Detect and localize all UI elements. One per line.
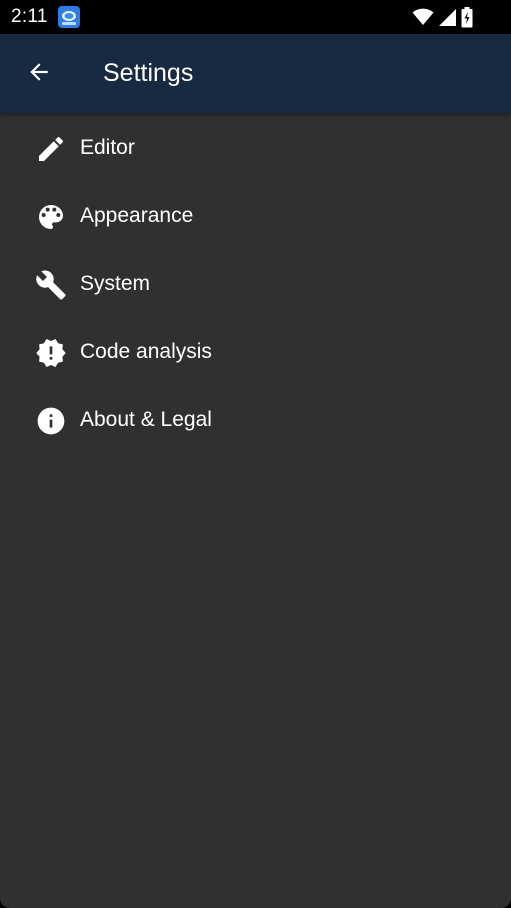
arrow-back-icon [26,59,52,90]
app-notification-icon [58,6,80,28]
signal-icon [438,8,457,27]
pencil-icon [35,133,67,165]
back-button[interactable] [16,51,62,97]
settings-item-appearance[interactable]: Appearance [0,181,511,249]
settings-item-label: Appearance [80,204,194,227]
app-bar: Settings [0,34,511,113]
wifi-icon [412,8,434,26]
settings-item-label: About & Legal [80,408,212,431]
settings-item-system[interactable]: System [0,249,511,317]
settings-item-label: Code analysis [80,340,212,363]
settings-screen: 2:11 Settings Editor Appearance System C… [0,0,511,908]
status-icons [412,6,473,28]
settings-list: Editor Appearance System Code analysis A [0,113,511,453]
palette-icon [35,201,67,233]
settings-item-about-legal[interactable]: About & Legal [0,385,511,453]
alert-decagram-icon [35,337,67,369]
info-icon [35,405,67,437]
wrench-icon [35,269,67,301]
settings-item-code-analysis[interactable]: Code analysis [0,317,511,385]
page-title: Settings [103,59,194,87]
battery-charging-icon [461,6,473,28]
settings-item-label: Editor [80,136,135,159]
status-bar: 2:11 [0,0,511,34]
settings-item-label: System [80,272,151,295]
status-time: 2:11 [11,6,48,27]
settings-item-editor[interactable]: Editor [0,113,511,181]
